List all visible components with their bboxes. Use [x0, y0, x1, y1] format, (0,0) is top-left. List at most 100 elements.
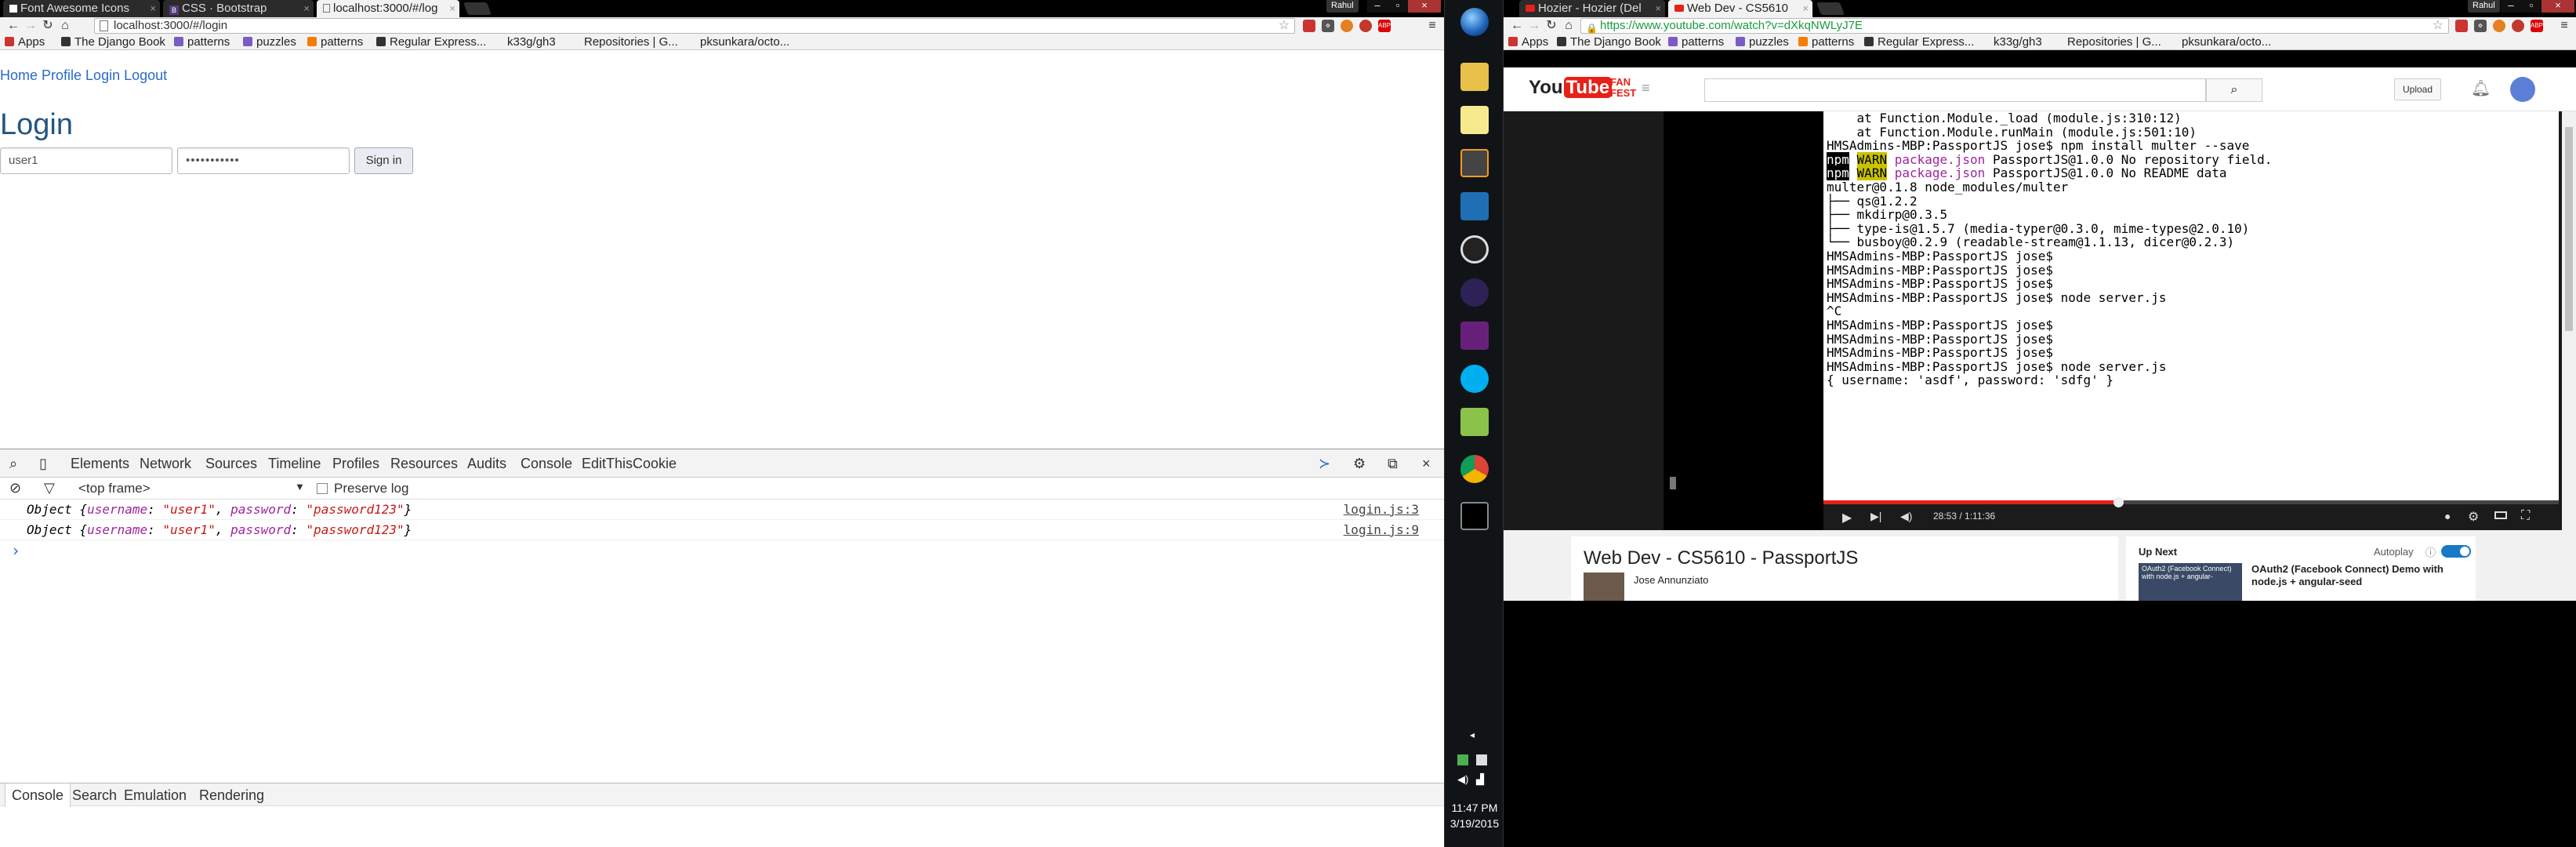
log-message[interactable]: Object {username: "user1", password: "pa…	[27, 520, 412, 540]
virtualbox-icon[interactable]	[1460, 192, 1489, 220]
visual-studio-icon[interactable]	[1460, 322, 1489, 350]
command-prompt-icon[interactable]	[1460, 502, 1489, 530]
tab-timeline[interactable]: Timeline	[268, 449, 321, 478]
info-icon[interactable]: ⓘ	[2425, 544, 2436, 559]
tab-hozier[interactable]: Hozier - Hozier (Del ×	[1519, 0, 1665, 17]
log-source-link[interactable]: login.js:9	[1344, 520, 1419, 540]
close-devtools-icon[interactable]: ×	[1422, 449, 1431, 478]
device-icon[interactable]	[1476, 754, 1487, 765]
bell-icon[interactable]: 🔔︎	[2471, 78, 2491, 98]
sublime-text-icon[interactable]	[1460, 149, 1489, 177]
channel-avatar[interactable]	[1584, 573, 1624, 601]
signal-icon[interactable]: ▟	[1476, 773, 1484, 786]
new-tab-button[interactable]	[463, 2, 492, 15]
home-icon[interactable]: ⌂	[58, 19, 72, 33]
search-input[interactable]	[1704, 78, 2206, 102]
back-arrow-icon[interactable]: ←	[1510, 19, 1524, 33]
drawer-tab-emulation[interactable]: Emulation	[124, 783, 187, 807]
bookmark-django[interactable]: The Django Book	[1557, 35, 1661, 50]
next-video-title[interactable]: OAuth2 (Facebook Connect) Demo with node…	[2251, 563, 2468, 588]
maximize-button[interactable]: ▫	[2521, 0, 2542, 13]
extension-stop-icon[interactable]	[2512, 20, 2524, 32]
bookmark-pksunkara[interactable]: pksunkara/octo...	[2168, 35, 2271, 50]
close-tab-icon[interactable]: ×	[150, 0, 156, 17]
bookmark-puzzles[interactable]: puzzles	[243, 35, 296, 50]
network-icon[interactable]	[1457, 754, 1468, 765]
reload-icon[interactable]: ↻	[41, 19, 55, 33]
chrome-icon[interactable]	[1460, 455, 1489, 483]
device-mode-icon[interactable]: ▯	[39, 449, 47, 478]
tab-console[interactable]: Console	[521, 449, 572, 478]
drawer-tab-search[interactable]: Search	[72, 783, 117, 807]
frame-select[interactable]: <top frame>	[78, 481, 151, 496]
home-icon[interactable]: ⌂	[1562, 19, 1576, 33]
bookmark-puzzles[interactable]: puzzles	[1736, 35, 1789, 50]
search-button[interactable]: ⌕	[2206, 78, 2262, 102]
guide-menu-icon[interactable]: ≡	[1642, 80, 1650, 96]
extension-red-icon[interactable]	[1303, 20, 1315, 32]
menu-icon[interactable]: ≡	[1425, 19, 1439, 33]
close-tab-icon[interactable]: ×	[1655, 0, 1661, 17]
channel-name[interactable]: Jose Annunziato	[1634, 574, 1708, 586]
address-bar[interactable]: localhost:3000/#/login ☆	[94, 18, 1295, 34]
tab-editthiscookie[interactable]: EditThisCookie	[582, 449, 677, 478]
github-icon[interactable]	[1460, 235, 1489, 264]
tab-font-awesome[interactable]: Font Awesome Icons ×	[3, 0, 160, 17]
page-scrollbar[interactable]	[2562, 111, 2576, 601]
minimize-button[interactable]: –	[1367, 0, 1388, 13]
bookmark-repositories[interactable]: Repositories | G...	[571, 35, 678, 50]
forward-arrow-icon[interactable]: →	[24, 19, 38, 33]
maximize-button[interactable]: ▫	[1388, 0, 1408, 13]
close-tab-icon[interactable]: ×	[449, 0, 455, 17]
file-explorer-icon[interactable]	[1460, 63, 1489, 91]
profile-button[interactable]: Rahul	[2468, 0, 2500, 13]
star-icon[interactable]: ☆	[1279, 19, 1290, 33]
tab-sources[interactable]: Sources	[205, 449, 257, 478]
close-tab-icon[interactable]: ×	[303, 0, 310, 17]
bookmark-regex[interactable]: Regular Express...	[1864, 35, 1974, 50]
nav-home-link[interactable]: Home	[0, 67, 38, 83]
nav-logout-link[interactable]: Logout	[124, 67, 167, 83]
bookmark-patterns-2[interactable]: patterns	[307, 35, 363, 50]
scrubber-handle[interactable]	[2113, 497, 2124, 507]
tab-bootstrap[interactable]: B CSS · Bootstrap ×	[163, 0, 314, 17]
log-message[interactable]: Object {username: "user1", password: "pa…	[27, 500, 412, 520]
volume-icon[interactable]: ◀)	[1900, 510, 1912, 523]
inspect-icon[interactable]: ⌕	[9, 449, 17, 478]
volume-icon[interactable]: ◀)	[1457, 773, 1468, 786]
nav-profile-link[interactable]: Profile	[42, 67, 82, 83]
clock-time[interactable]: 11:47 PM	[1445, 802, 1504, 814]
extension-red-icon[interactable]	[2455, 20, 2468, 32]
back-arrow-icon[interactable]: ←	[6, 19, 20, 33]
bookmark-patterns[interactable]: patterns	[174, 35, 230, 50]
annotations-icon[interactable]: ●	[2444, 510, 2451, 522]
menu-icon[interactable]: ≡	[2557, 19, 2571, 33]
show-hidden-icons-icon[interactable]: ◂	[1470, 729, 1475, 740]
minimize-button[interactable]: –	[2501, 0, 2521, 13]
bookmark-django[interactable]: The Django Book	[61, 35, 165, 50]
bookmark-apps[interactable]: Apps	[5, 35, 45, 50]
avatar[interactable]	[2510, 77, 2535, 102]
log-source-link[interactable]: login.js:3	[1344, 500, 1419, 520]
console-prompt[interactable]: ›	[0, 540, 1444, 561]
adblock-icon[interactable]: ABP	[2531, 20, 2543, 32]
theater-mode-icon[interactable]	[2494, 511, 2507, 519]
extension-pin-icon[interactable]: ⋄	[1322, 20, 1334, 32]
nav-login-link[interactable]: Login	[85, 67, 120, 83]
extension-stop-icon[interactable]	[1359, 20, 1372, 32]
filter-icon[interactable]: ▽	[44, 480, 55, 496]
profile-button[interactable]: Rahul	[1326, 0, 1359, 13]
dock-icon[interactable]: ⧉	[1388, 449, 1398, 478]
drawer-tab-rendering[interactable]: Rendering	[199, 783, 264, 807]
new-tab-button[interactable]	[1816, 2, 1845, 15]
play-icon[interactable]: ▶	[1842, 510, 1852, 525]
username-input[interactable]: user1	[0, 147, 172, 174]
extension-orange-icon[interactable]	[1341, 20, 1353, 32]
bookmark-apps[interactable]: Apps	[1508, 35, 1548, 50]
skype-icon[interactable]	[1460, 365, 1489, 393]
address-bar[interactable]: 🔒 https://www.youtube.com/watch?v=dXkqNW…	[1580, 18, 2449, 34]
extension-pin-icon[interactable]: ⋄	[2474, 20, 2487, 32]
video-player[interactable]: at Function.Module._load (module.js:310:…	[1664, 111, 2559, 530]
reload-icon[interactable]: ↻	[1544, 19, 1558, 33]
sign-in-button[interactable]: Sign in	[354, 147, 413, 174]
